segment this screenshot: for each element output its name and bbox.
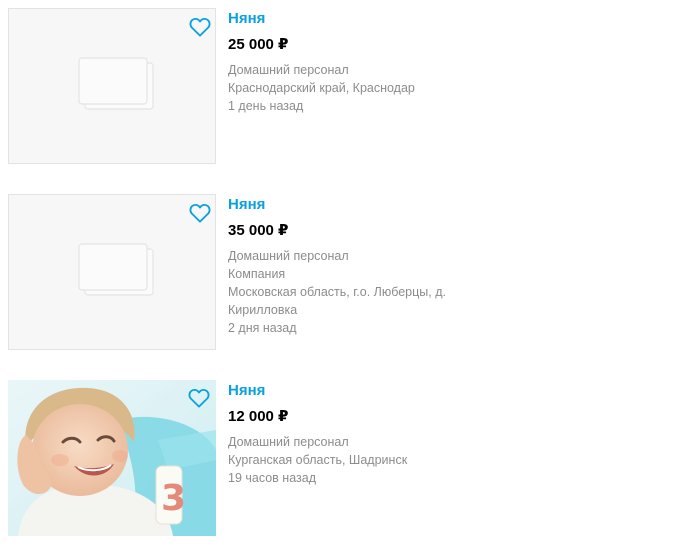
listing-thumbnail[interactable] xyxy=(8,8,216,164)
listing-info: Няня 35 000 ₽ Домашний персонал Компания… xyxy=(228,194,528,337)
listing-seller-type: Компания xyxy=(228,267,286,281)
listing-title-link[interactable]: Няня xyxy=(228,8,528,30)
listing-posted-time: 1 день назад xyxy=(228,99,304,113)
listing-price: 12 000 ₽ xyxy=(228,408,289,425)
listing-location-continued: Кирилловка xyxy=(228,303,298,317)
listing-info: Няня 12 000 ₽ Домашний персонал Курганск… xyxy=(228,380,528,487)
listing-price: 35 000 ₽ xyxy=(228,222,289,239)
listing-category: Домашний персонал xyxy=(228,435,349,449)
listing-card: Няня 35 000 ₽ Домашний персонал Компания… xyxy=(8,194,688,354)
image-placeholder-icon xyxy=(78,57,154,110)
listing-card: Няня 25 000 ₽ Домашний персонал Краснода… xyxy=(8,8,688,168)
listing-info: Няня 25 000 ₽ Домашний персонал Краснода… xyxy=(228,8,528,115)
listing-location: Курганская область, Шадринск xyxy=(228,453,408,467)
listing-location: Краснодарский край, Краснодар xyxy=(228,81,415,95)
heart-outline-icon[interactable] xyxy=(189,17,211,37)
listing-category: Домашний персонал xyxy=(228,63,349,77)
listing-thumbnail[interactable]: 3 xyxy=(8,380,216,536)
listing-location: Московская область, г.о. Люберцы, д. xyxy=(228,285,446,299)
listing-card: 3 Няня 12 000 ₽ Домашний персонал Курган… xyxy=(8,380,688,540)
child-photo: 3 xyxy=(8,380,216,536)
listing-title-link[interactable]: Няня xyxy=(228,194,528,216)
svg-text:3: 3 xyxy=(161,478,186,519)
listing-title-link[interactable]: Няня xyxy=(228,380,528,402)
image-placeholder-icon xyxy=(78,243,154,296)
listing-posted-time: 2 дня назад xyxy=(228,321,297,335)
heart-outline-icon[interactable] xyxy=(188,388,210,408)
listing-posted-time: 19 часов назад xyxy=(228,471,316,485)
heart-outline-icon[interactable] xyxy=(189,203,211,223)
listing-category: Домашний персонал xyxy=(228,249,349,263)
listing-price: 25 000 ₽ xyxy=(228,36,289,53)
listing-thumbnail[interactable] xyxy=(8,194,216,350)
